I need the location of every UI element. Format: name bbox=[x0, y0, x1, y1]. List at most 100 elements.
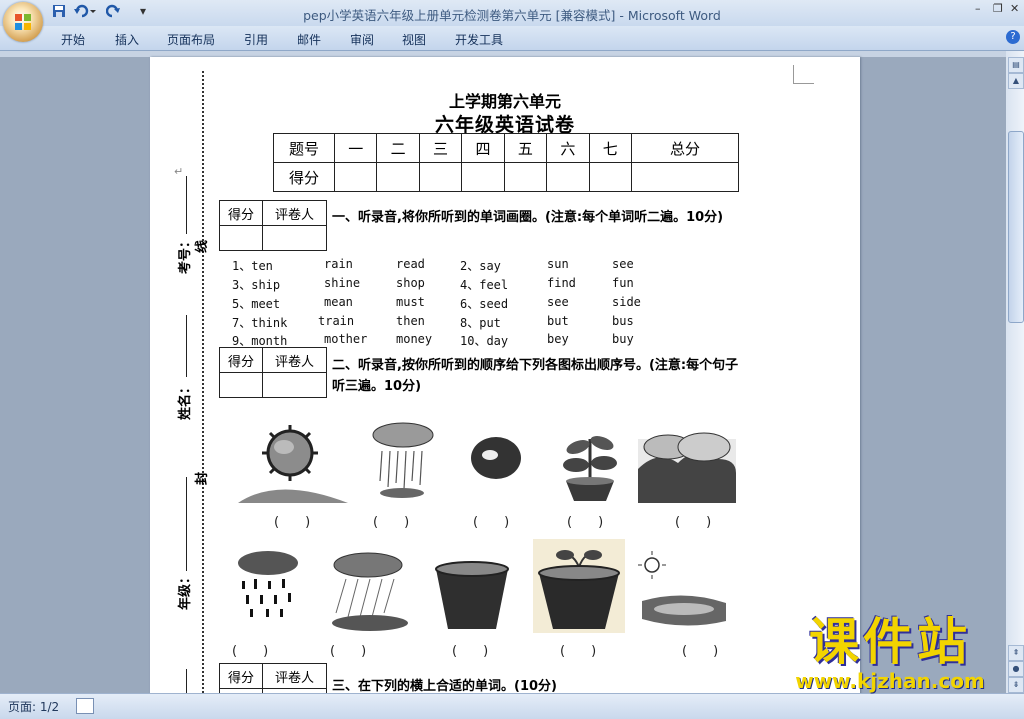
word: shine bbox=[324, 276, 361, 290]
name-label: 姓名： bbox=[178, 380, 194, 421]
tab-view[interactable]: 视图 bbox=[402, 31, 426, 48]
score-cell[interactable] bbox=[546, 162, 590, 192]
puddle-sun-picture bbox=[638, 551, 726, 626]
score-header-cell: 七 bbox=[588, 133, 633, 163]
status-bar: 页面: 1/2 bbox=[0, 693, 1024, 719]
grader-cell[interactable] bbox=[218, 225, 264, 251]
restore-button[interactable]: ❐ bbox=[993, 2, 1003, 15]
tab-review[interactable]: 审阅 bbox=[350, 31, 374, 48]
answer-paren[interactable]: ( ) bbox=[567, 511, 603, 530]
word: rain bbox=[324, 257, 353, 271]
rain-cloud-picture bbox=[372, 422, 434, 498]
tab-insert[interactable]: 插入 bbox=[115, 31, 139, 48]
ribbon-tabs: 开始 插入 页面布局 引用 邮件 审阅 视图 开发工具 ? bbox=[0, 26, 1024, 51]
plant-picture bbox=[563, 436, 617, 501]
grader-cell[interactable] bbox=[262, 225, 327, 251]
word: train bbox=[318, 314, 355, 328]
word: read bbox=[396, 257, 425, 271]
exam-no-blank bbox=[186, 176, 187, 234]
word: 3、ship bbox=[232, 278, 281, 292]
grader-box: 得分 评卷人 bbox=[218, 347, 327, 398]
word: 7、think bbox=[232, 316, 288, 330]
tab-mailings[interactable]: 邮件 bbox=[297, 31, 321, 48]
word: sun bbox=[547, 257, 569, 271]
score-row-label: 得分 bbox=[273, 162, 335, 192]
section2-heading: 二、听录音,按你所听到的顺序给下列各图标出顺序号。(注意:每个句子听三遍。10分… bbox=[332, 358, 739, 394]
close-button[interactable]: ✕ bbox=[1010, 2, 1019, 15]
score-table: 题号 一 二 三 四 五 六 七 总分 得分 bbox=[273, 133, 739, 192]
score-header-cell: 五 bbox=[503, 133, 548, 163]
word: 5、meet bbox=[232, 297, 281, 311]
rain-picture bbox=[238, 551, 298, 617]
storm-picture bbox=[332, 552, 408, 631]
name-blank bbox=[186, 315, 187, 377]
answer-paren[interactable]: ( ) bbox=[473, 511, 509, 530]
grader-name-label: 评卷人 bbox=[262, 663, 327, 689]
sprout-pot-picture bbox=[533, 539, 625, 633]
word-row: 7、think train then 8、put but bus bbox=[232, 314, 672, 332]
word: 1、ten bbox=[232, 259, 273, 273]
answer-paren[interactable]: ( ) bbox=[675, 511, 711, 530]
answer-paren[interactable]: ( ) bbox=[452, 640, 488, 659]
paragraph-mark: ↵ bbox=[174, 165, 184, 178]
word-row: 5、meet mean must 6、seed see side bbox=[232, 295, 672, 313]
previous-page-icon[interactable]: ⇞ bbox=[1008, 645, 1024, 661]
word: shop bbox=[396, 276, 425, 290]
score-cell[interactable] bbox=[588, 162, 633, 192]
minimize-button[interactable]: – bbox=[975, 2, 981, 15]
seed-picture bbox=[471, 437, 521, 479]
document-page[interactable]: 考号： 线 姓名： 封 年级： ↵ 上学期第六单元 六年级英语试卷 题号 一 二… bbox=[150, 57, 860, 697]
grader-name-label: 评卷人 bbox=[262, 347, 327, 373]
scroll-up-arrow-icon[interactable]: ▲ bbox=[1008, 73, 1024, 89]
word: money bbox=[396, 332, 433, 346]
help-icon[interactable]: ? bbox=[1006, 30, 1020, 44]
proofing-icon[interactable] bbox=[76, 698, 94, 714]
word: must bbox=[396, 295, 425, 309]
page-indicator[interactable]: 页面: 1/2 bbox=[8, 698, 59, 715]
sun-picture bbox=[238, 421, 348, 503]
word: buy bbox=[612, 332, 634, 346]
score-header-cell: 二 bbox=[376, 133, 420, 163]
tab-page-layout[interactable]: 页面布局 bbox=[167, 31, 215, 48]
scroll-thumb[interactable] bbox=[1008, 131, 1024, 323]
ruler-toggle-icon[interactable]: ▤ bbox=[1008, 57, 1024, 73]
answer-paren[interactable]: ( ) bbox=[682, 640, 718, 659]
score-cell[interactable] bbox=[418, 162, 463, 192]
word: bey bbox=[547, 332, 569, 346]
word: 10、day bbox=[460, 334, 509, 348]
score-cell[interactable] bbox=[631, 162, 739, 192]
grader-cell[interactable] bbox=[218, 372, 264, 398]
score-header-cell: 一 bbox=[333, 133, 378, 163]
answer-paren[interactable]: ( ) bbox=[232, 640, 268, 659]
answer-paren[interactable]: ( ) bbox=[373, 511, 409, 530]
word-row: 3、ship shine shop 4、feel find fun bbox=[232, 276, 672, 294]
score-cell[interactable] bbox=[461, 162, 505, 192]
answer-paren[interactable]: ( ) bbox=[274, 511, 310, 530]
vertical-scrollbar[interactable]: ▤ ▲ ⇞ ● ⇟ bbox=[1006, 51, 1024, 693]
title-bar: ▾ pep小学英语六年级上册单元检测卷第六单元 [兼容模式] - Microso… bbox=[0, 0, 1024, 26]
tab-home[interactable]: 开始 bbox=[61, 31, 85, 48]
score-cell[interactable] bbox=[503, 162, 548, 192]
score-cell[interactable] bbox=[333, 162, 378, 192]
grader-name-label: 评卷人 bbox=[262, 200, 327, 226]
grader-score-label: 得分 bbox=[218, 200, 264, 226]
word: 6、seed bbox=[460, 297, 509, 311]
word-row: 1、ten rain read 2、say sun see bbox=[232, 257, 672, 275]
next-page-icon[interactable]: ⇟ bbox=[1008, 677, 1024, 693]
watermark-logo: 课件站 www.kjzhan.com bbox=[770, 614, 1010, 692]
score-header-cell: 四 bbox=[461, 133, 505, 163]
score-header-cell: 三 bbox=[418, 133, 463, 163]
answer-paren[interactable]: ( ) bbox=[330, 640, 366, 659]
watermark-url: www.kjzhan.com bbox=[795, 669, 985, 693]
score-header-cell: 六 bbox=[546, 133, 590, 163]
office-button[interactable] bbox=[3, 2, 43, 42]
word: see bbox=[612, 257, 634, 271]
tab-developer[interactable]: 开发工具 bbox=[455, 31, 503, 48]
tab-references[interactable]: 引用 bbox=[244, 31, 268, 48]
grader-cell[interactable] bbox=[262, 372, 327, 398]
office-logo-icon bbox=[15, 14, 31, 30]
word: but bbox=[547, 314, 569, 328]
answer-paren[interactable]: ( ) bbox=[560, 640, 596, 659]
browse-object-icon[interactable]: ● bbox=[1008, 661, 1024, 677]
score-cell[interactable] bbox=[376, 162, 420, 192]
